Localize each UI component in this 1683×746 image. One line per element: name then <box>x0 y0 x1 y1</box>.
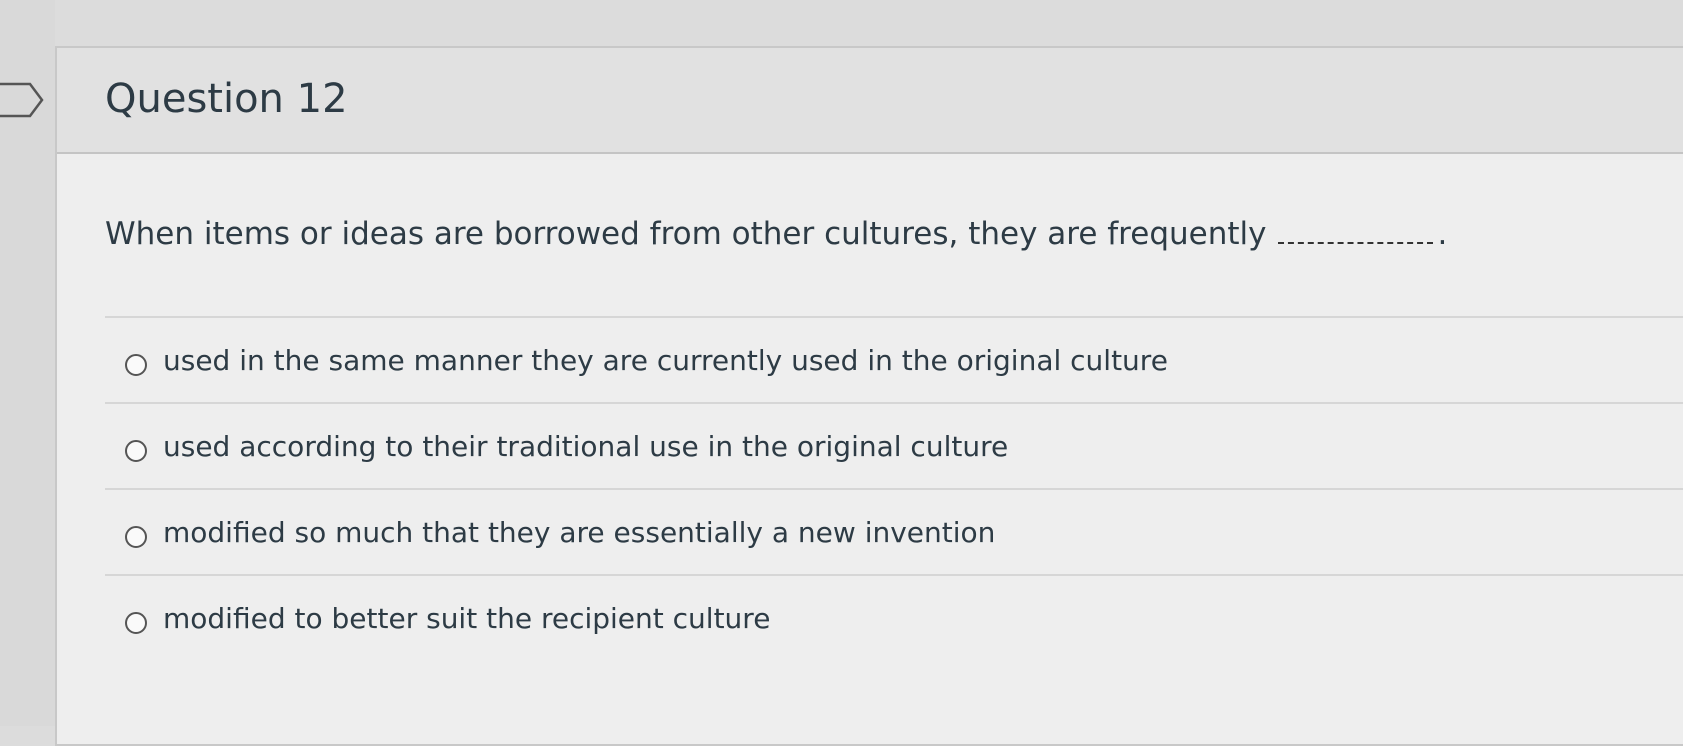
radio-button[interactable] <box>125 526 147 548</box>
answer-label[interactable]: used according to their traditional use … <box>163 430 1008 463</box>
radio-button[interactable] <box>125 354 147 376</box>
question-text-content: When items or ideas are borrowed from ot… <box>105 216 1267 252</box>
answer-label[interactable]: modified so much that they are essential… <box>163 516 995 549</box>
answer-option-3[interactable]: modified so much that they are essential… <box>105 488 1683 574</box>
answer-option-2[interactable]: used according to their traditional use … <box>105 402 1683 488</box>
answer-label[interactable]: modified to better suit the recipient cu… <box>163 602 770 635</box>
question-title: Question 12 <box>105 76 348 122</box>
radio-button[interactable] <box>125 440 147 462</box>
fill-in-blank <box>1278 232 1434 244</box>
bookmark-flag-icon[interactable] <box>0 80 48 120</box>
question-card: Question 12 When items or ideas are borr… <box>55 46 1683 746</box>
answer-list: used in the same manner they are current… <box>105 316 1683 660</box>
answer-option-1[interactable]: used in the same manner they are current… <box>105 316 1683 402</box>
answer-option-4[interactable]: modified to better suit the recipient cu… <box>105 574 1683 660</box>
left-gutter <box>0 0 55 726</box>
radio-button[interactable] <box>125 612 147 634</box>
question-punctuation: . <box>1437 216 1448 252</box>
question-header: Question 12 <box>57 48 1683 154</box>
question-text: When items or ideas are borrowed from ot… <box>105 216 1447 252</box>
answer-label[interactable]: used in the same manner they are current… <box>163 344 1168 377</box>
